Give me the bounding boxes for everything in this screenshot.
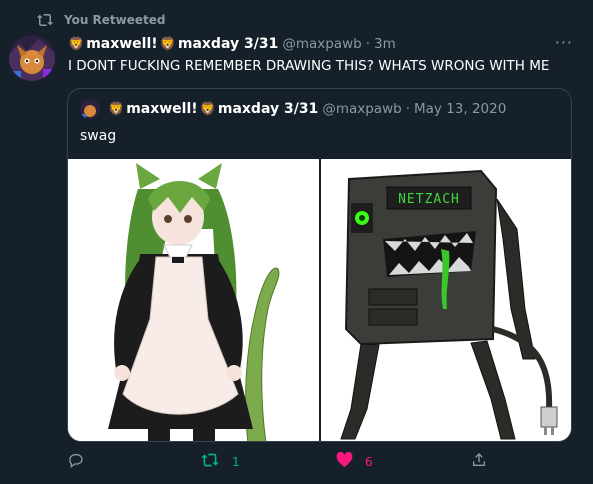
retweet-button[interactable]: 1 (200, 452, 240, 471)
display-name-suffix: maxday 3/31 (177, 36, 279, 52)
quote-display-name-text: maxwell! (126, 101, 198, 117)
quote-display-name: 🦁 maxwell! 🦁 maxday 3/31 (108, 101, 318, 117)
display-name-text: maxwell! (86, 36, 158, 52)
handle[interactable]: @maxpawb (282, 36, 361, 52)
like-count: 6 (365, 454, 373, 469)
retweet-action-icon (200, 452, 220, 471)
media-image-robot[interactable]: NETZACH (321, 159, 571, 441)
share-icon (471, 452, 487, 471)
retweet-count: 1 (232, 454, 240, 469)
reply-icon (68, 452, 84, 471)
retweet-icon (36, 12, 54, 28)
display-name[interactable]: 🦁 maxwell! 🦁 maxday 3/31 (68, 36, 278, 52)
quote-media: NETZACH (68, 159, 571, 441)
lion-emoji-icon: 🦁 (68, 36, 85, 52)
quote-display-name-suffix: maxday 3/31 (217, 101, 319, 117)
timestamp[interactable]: 3m (374, 36, 396, 52)
quoted-tweet[interactable]: 🦁 maxwell! 🦁 maxday 3/31 @maxpawb · May … (67, 88, 572, 442)
lion-emoji-icon: 🦁 (108, 101, 125, 117)
more-options-icon[interactable]: ··· (555, 33, 573, 52)
robot-sign-text: NETZACH (398, 192, 460, 207)
quote-handle: @maxpawb (322, 101, 402, 117)
retweet-indicator: You Retweeted (36, 12, 166, 28)
quote-avatar (80, 99, 100, 119)
lion-emoji-icon: 🦁 (159, 36, 176, 52)
action-bar: 1 6 (68, 451, 498, 476)
avatar[interactable] (9, 35, 55, 81)
lion-emoji-icon: 🦁 (199, 101, 216, 117)
tweet-header: 🦁 maxwell! 🦁 maxday 3/31 @maxpawb · 3m ·… (68, 33, 573, 52)
share-button[interactable] (471, 452, 487, 471)
quote-separator: · (405, 101, 410, 117)
media-image-catgirl[interactable] (68, 159, 319, 441)
quote-header: 🦁 maxwell! 🦁 maxday 3/31 @maxpawb · May … (80, 99, 506, 119)
separator: · (365, 36, 370, 52)
tweet-text: I DONT FUCKING REMEMBER DRAWING THIS? WH… (68, 58, 550, 74)
reply-button[interactable] (68, 452, 84, 471)
like-button[interactable]: 6 (336, 451, 373, 471)
retweet-label: You Retweeted (64, 13, 166, 27)
quote-text: swag (80, 128, 117, 144)
heart-icon (336, 451, 353, 471)
quote-date: May 13, 2020 (413, 101, 507, 117)
